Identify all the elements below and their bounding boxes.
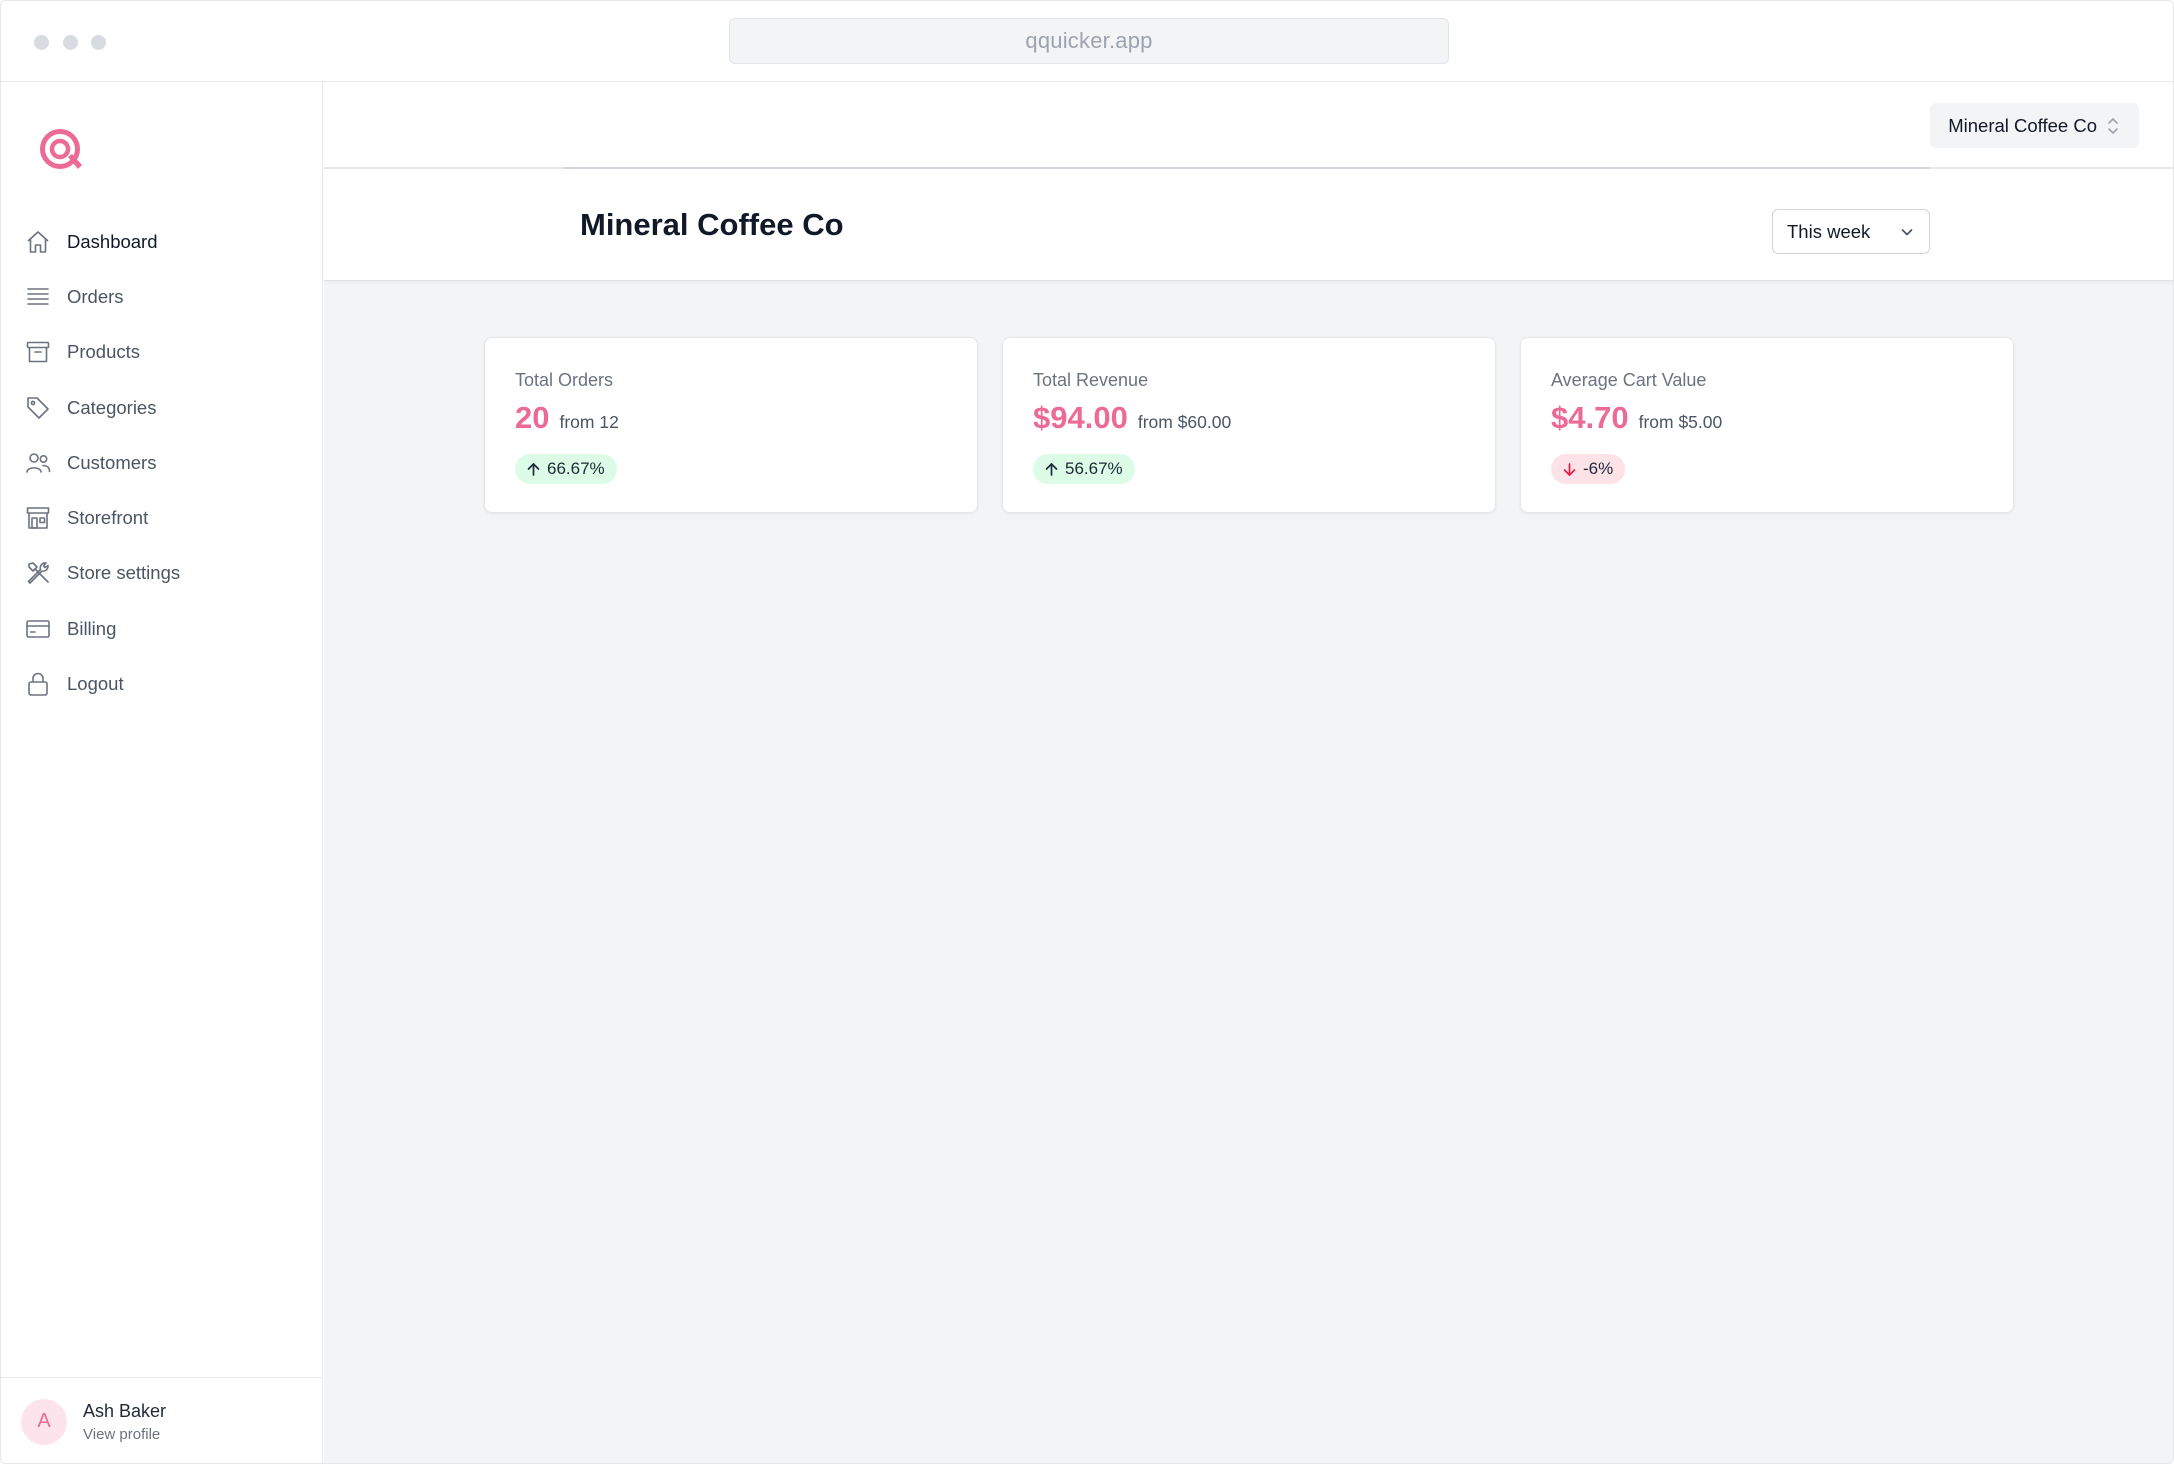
top-bar: Mineral Coffee Co	[324, 82, 2173, 167]
stat-label: Average Cart Value	[1551, 370, 1707, 390]
change-badge: 56.67%	[1033, 454, 1135, 484]
stat-card-total-orders: Total Orders 20 from 12 66.67%	[484, 337, 978, 513]
sidebar-item-products[interactable]: Products	[1, 325, 323, 380]
browser-window: qquicker.app Dashboard Orders Products C…	[0, 0, 2174, 1464]
date-range-value: This week	[1787, 220, 1871, 242]
chevron-down-icon	[1901, 229, 1913, 236]
user-profile[interactable]: A Ash Baker View profile	[1, 1377, 323, 1463]
window-maximize-dot[interactable]	[91, 35, 106, 50]
sidebar-item-categories[interactable]: Categories	[1, 380, 323, 435]
lock-icon	[23, 669, 53, 699]
stat-label: Total Revenue	[1033, 370, 1149, 390]
stat-previous: from 12	[559, 412, 619, 432]
app-logo[interactable]	[38, 127, 86, 175]
sidebar-item-label: Dashboard	[67, 230, 158, 252]
arrow-up-icon	[1045, 462, 1058, 476]
sidebar-item-dashboard[interactable]: Dashboard	[1, 214, 323, 269]
change-badge: -6%	[1551, 454, 1626, 484]
stats-cards: Total Orders 20 from 12 66.67% Total Rev…	[484, 337, 2014, 513]
browser-chrome: qquicker.app	[1, 1, 2173, 82]
page-title: Mineral Coffee Co	[580, 207, 844, 242]
change-value: -6%	[1583, 459, 1614, 478]
sidebar-item-customers[interactable]: Customers	[1, 435, 323, 490]
address-bar[interactable]: qquicker.app	[729, 18, 1449, 64]
chevron-up-down-icon	[2108, 117, 2118, 134]
arrow-down-icon	[1563, 462, 1576, 476]
main-content: Mineral Coffee Co Mineral Coffee Co This…	[324, 82, 2173, 1463]
archive-box-icon	[23, 337, 53, 367]
sidebar: Dashboard Orders Products Categories Cus…	[1, 82, 323, 1463]
date-range-select[interactable]: This week	[1772, 209, 1930, 254]
sidebar-item-label: Orders	[67, 285, 124, 307]
arrow-up-icon	[527, 462, 540, 476]
sidebar-item-label: Customers	[67, 451, 157, 473]
stat-previous: from $5.00	[1638, 412, 1723, 432]
sidebar-item-label: Logout	[67, 673, 124, 695]
home-icon	[23, 227, 53, 257]
sidebar-item-storefront[interactable]: Storefront	[1, 490, 323, 545]
sidebar-item-label: Storefront	[67, 507, 149, 529]
stat-value: $4.70	[1551, 400, 1629, 435]
stat-card-total-revenue: Total Revenue $94.00 from $60.00 56.67%	[1002, 337, 1496, 513]
store-switcher[interactable]: Mineral Coffee Co	[1930, 103, 2139, 148]
storefront-icon	[23, 503, 53, 533]
sidebar-item-label: Billing	[67, 617, 117, 639]
tag-icon	[23, 393, 53, 423]
sidebar-item-label: Store settings	[67, 562, 181, 584]
stat-previous: from $60.00	[1137, 412, 1232, 432]
window-close-dot[interactable]	[34, 35, 49, 50]
list-icon	[23, 282, 53, 312]
wrench-screwdriver-icon	[23, 558, 53, 588]
sidebar-nav: Dashboard Orders Products Categories Cus…	[1, 214, 323, 712]
sidebar-item-label: Categories	[67, 396, 157, 418]
sidebar-item-store-settings[interactable]: Store settings	[1, 546, 323, 601]
stat-value: $94.00	[1033, 400, 1128, 435]
sidebar-item-billing[interactable]: Billing	[1, 601, 323, 656]
change-badge: 66.67%	[515, 454, 617, 484]
view-profile-link[interactable]: View profile	[83, 1426, 166, 1443]
avatar: A	[21, 1398, 67, 1445]
window-minimize-dot[interactable]	[63, 35, 78, 50]
sidebar-item-orders[interactable]: Orders	[1, 269, 323, 324]
credit-card-icon	[23, 614, 53, 644]
sidebar-item-logout[interactable]: Logout	[1, 656, 323, 711]
sidebar-item-label: Products	[67, 341, 141, 363]
page-header: Mineral Coffee Co This week	[324, 167, 2173, 281]
change-value: 66.67%	[547, 459, 605, 478]
stat-label: Total Orders	[515, 370, 614, 390]
profile-name: Ash Baker	[83, 1400, 167, 1421]
stat-card-average-cart-value: Average Cart Value $4.70 from $5.00 -6%	[1520, 337, 2014, 513]
change-value: 56.67%	[1065, 459, 1123, 478]
store-switcher-label: Mineral Coffee Co	[1948, 114, 2097, 136]
users-icon	[23, 448, 53, 478]
logo-icon	[40, 129, 82, 169]
header-divider	[564, 167, 1929, 169]
stat-value: 20	[515, 400, 550, 435]
